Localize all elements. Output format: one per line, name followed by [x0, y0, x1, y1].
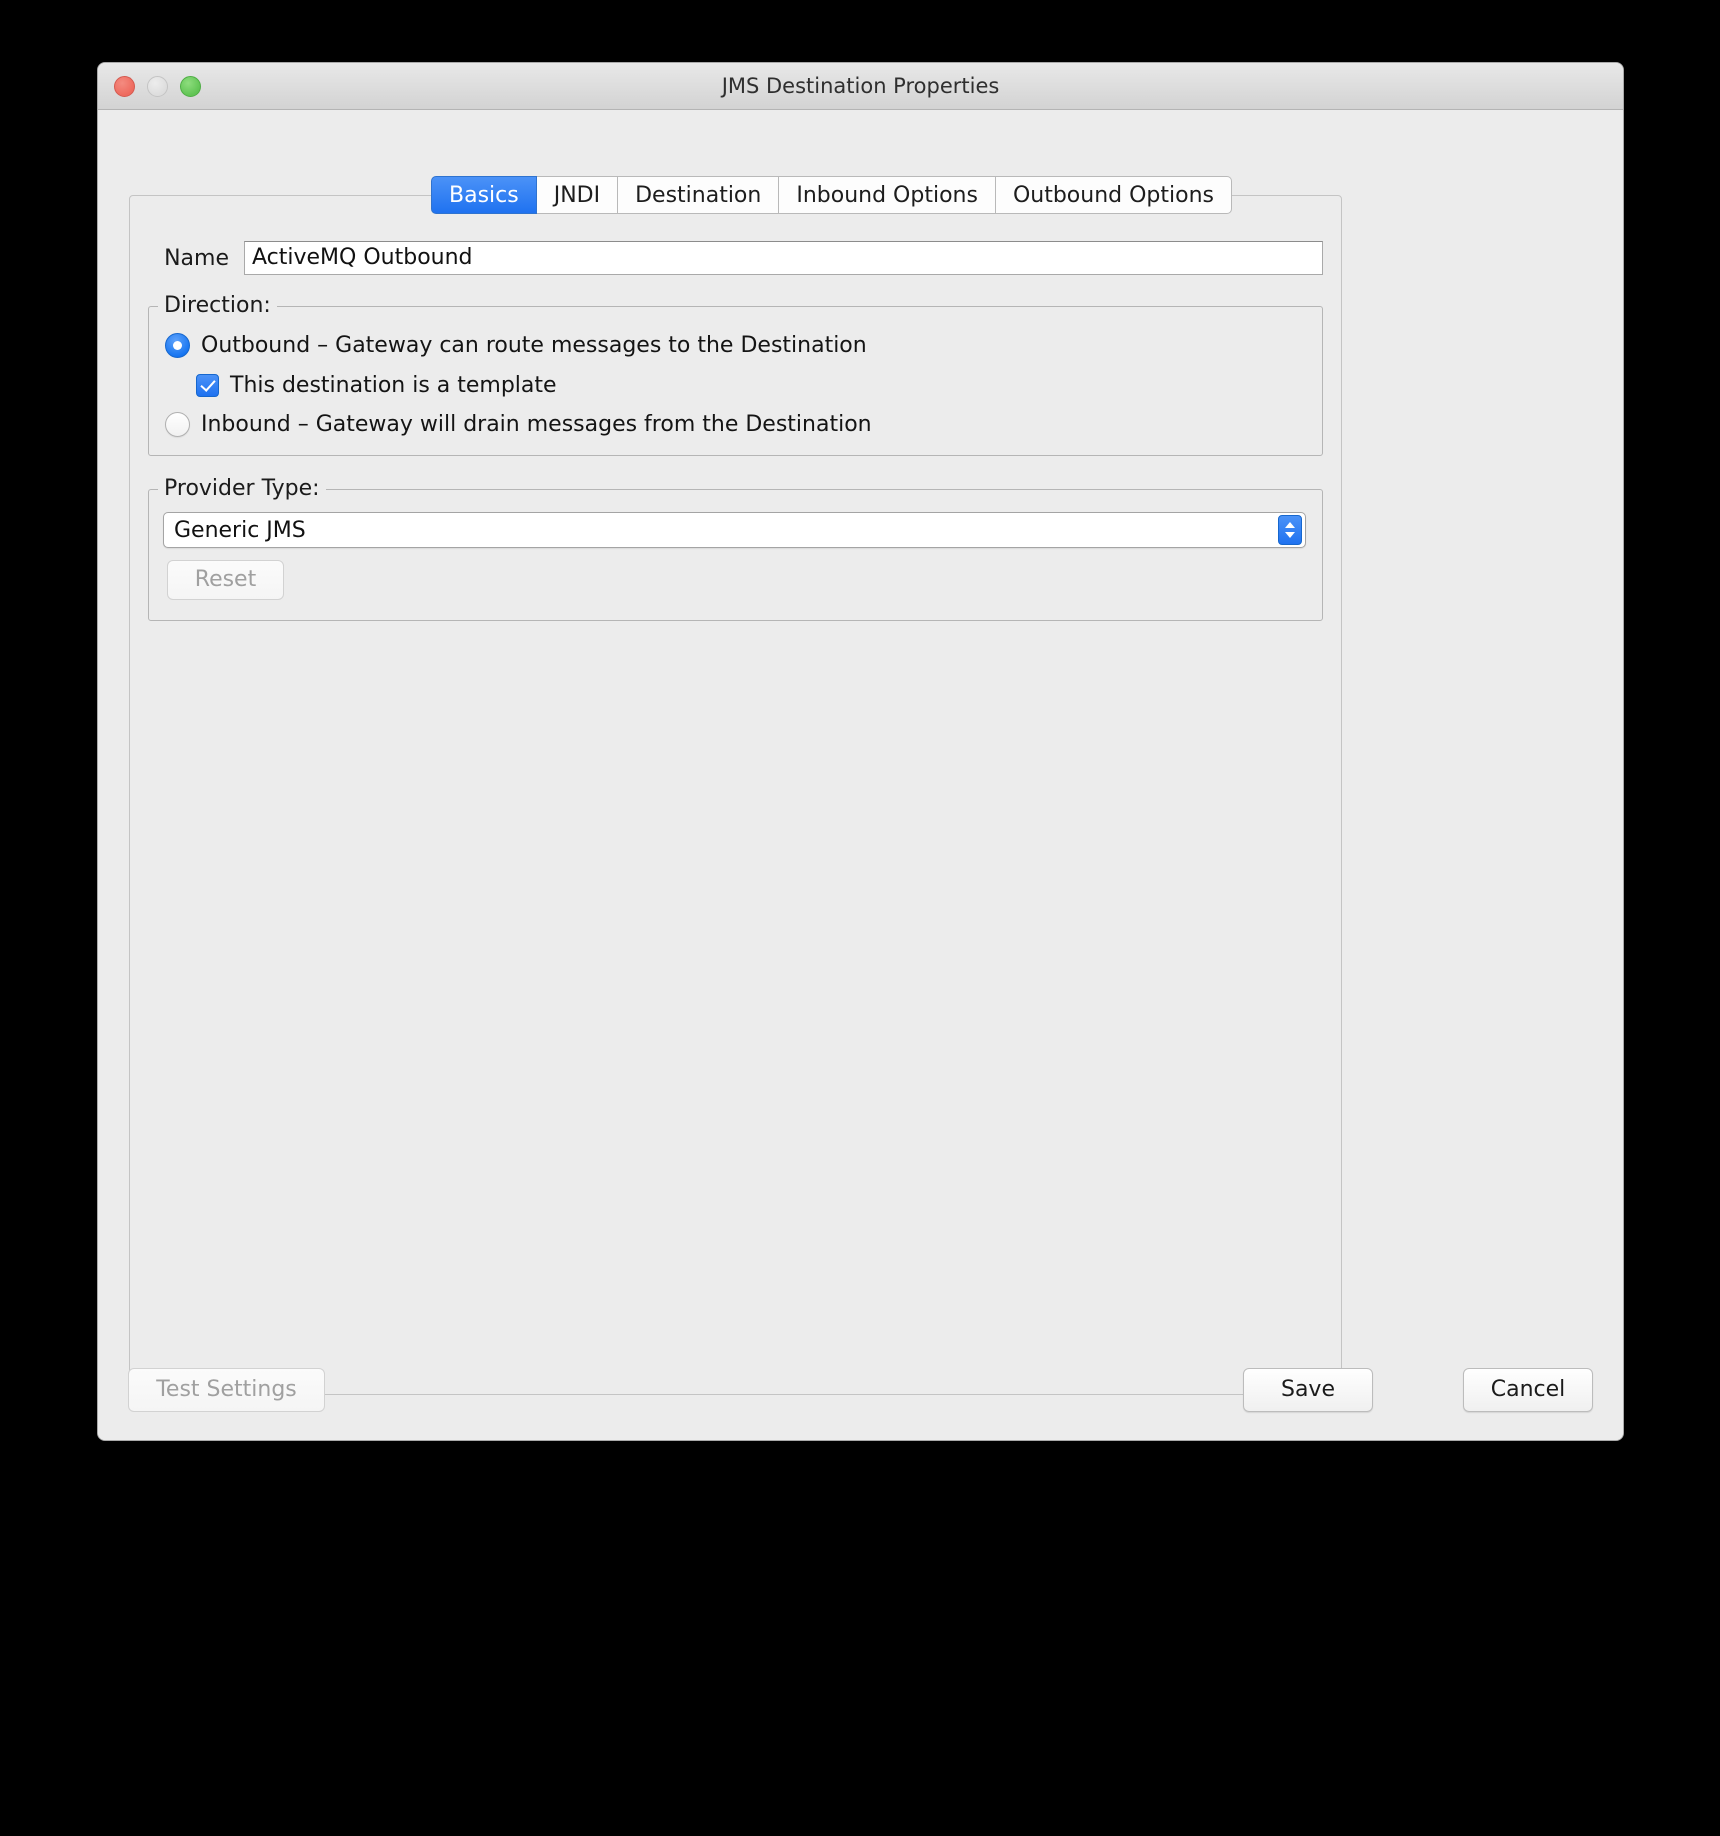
- checkbox-template-icon[interactable]: [196, 374, 219, 397]
- chevron-updown-icon[interactable]: [1278, 515, 1302, 545]
- radio-outbound-label: Outbound – Gateway can route messages to…: [201, 333, 867, 358]
- radio-inbound-icon[interactable]: [165, 412, 190, 437]
- dialog-footer: Test Settings Save Cancel: [98, 1348, 1623, 1440]
- jms-destination-properties-window: JMS Destination Properties Basics JNDI D…: [97, 62, 1624, 1441]
- test-settings-button[interactable]: Test Settings: [128, 1368, 325, 1412]
- radio-outbound[interactable]: Outbound – Gateway can route messages to…: [165, 333, 867, 358]
- tab-jndi[interactable]: JNDI: [536, 176, 619, 214]
- checkbox-template[interactable]: This destination is a template: [196, 373, 557, 398]
- tab-bar: Basics JNDI Destination Inbound Options …: [431, 176, 1232, 214]
- provider-type-group: Provider Type: Generic JMS Reset: [148, 476, 1323, 621]
- name-row: Name ActiveMQ Outbound: [148, 241, 1323, 275]
- tab-destination[interactable]: Destination: [618, 176, 780, 214]
- radio-outbound-icon[interactable]: [165, 333, 190, 358]
- checkbox-template-label: This destination is a template: [230, 373, 557, 398]
- name-label: Name: [164, 245, 229, 271]
- tab-outbound-options[interactable]: Outbound Options: [995, 176, 1232, 214]
- window-body: Basics JNDI Destination Inbound Options …: [98, 110, 1623, 1440]
- cancel-button[interactable]: Cancel: [1463, 1368, 1593, 1412]
- tab-inbound-options[interactable]: Inbound Options: [779, 176, 996, 214]
- tab-basics[interactable]: Basics: [431, 176, 537, 214]
- window-titlebar: JMS Destination Properties: [98, 63, 1623, 110]
- save-button[interactable]: Save: [1243, 1368, 1373, 1412]
- basics-tab-panel: Name ActiveMQ Outbound Direction: Outbou…: [129, 195, 1342, 1395]
- window-title: JMS Destination Properties: [721, 74, 1000, 98]
- direction-group-legend: Direction:: [158, 293, 277, 318]
- provider-type-select[interactable]: Generic JMS: [163, 512, 1306, 548]
- name-input[interactable]: ActiveMQ Outbound: [244, 241, 1323, 275]
- radio-inbound[interactable]: Inbound – Gateway will drain messages fr…: [165, 412, 872, 437]
- radio-inbound-label: Inbound – Gateway will drain messages fr…: [201, 412, 872, 437]
- reset-button[interactable]: Reset: [167, 560, 284, 600]
- provider-type-group-legend: Provider Type:: [158, 476, 326, 501]
- direction-group: Direction: Outbound – Gateway can route …: [148, 293, 1323, 456]
- provider-type-selected-value: Generic JMS: [174, 517, 306, 543]
